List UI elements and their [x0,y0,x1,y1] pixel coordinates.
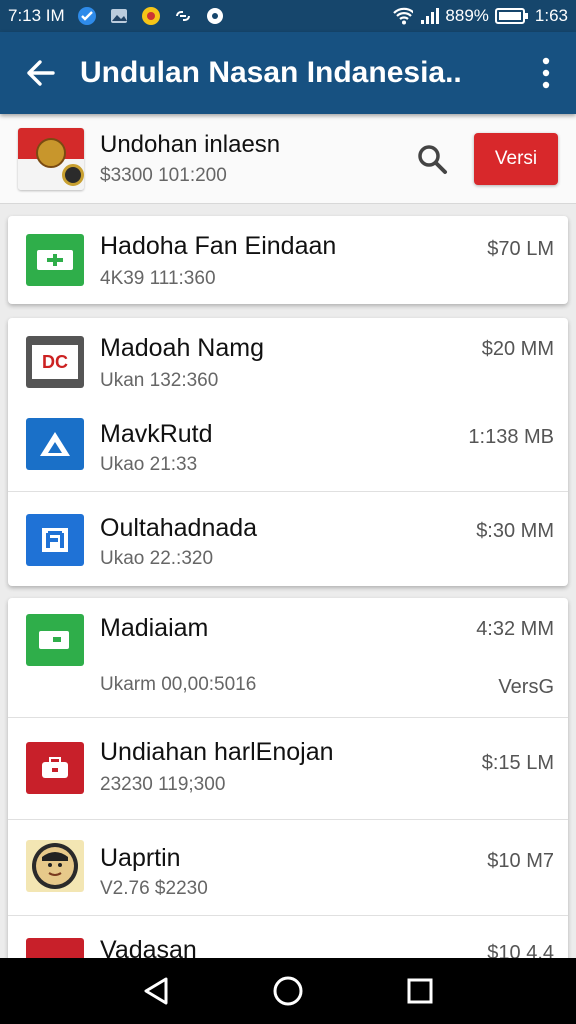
system-nav-bar [0,958,576,1024]
item-title: Uaprtin [100,844,181,872]
image-icon [109,6,129,26]
item-size: 1:138 MB [468,426,554,448]
item-subtitle: V2.76 $2230 [100,878,208,899]
link-icon [173,6,193,26]
battery-icon [494,6,529,26]
signal-icon [419,6,440,26]
item-version: VersG [498,676,554,698]
item-title: Oultahadnada [100,514,258,542]
header-row: Undohan inlaesn $3300 101:200 Versi [0,114,576,204]
list-item[interactable]: Madiaiam Ukarm 00,00:5016 4:32 MM VersG [8,598,568,718]
item-title: Madiaiam [100,614,209,642]
list-item[interactable]: Undiahan harlEnojan 23230 119;300 $:15 L… [8,718,568,820]
item-size: $70 LM [487,238,554,260]
status-clock: 1:63 [534,6,568,25]
nav-recents-button[interactable] [400,971,440,1011]
nav-home-button[interactable] [268,971,308,1011]
triangle-icon [26,418,84,470]
item-title: Madoah Namg [100,334,264,362]
nav-recents-icon [407,978,433,1004]
item-size: $:15 LM [481,752,554,774]
battery-percent: 889% [445,6,489,25]
item-size: $:30 MM [476,520,554,542]
app-title: Undulan Nasan Indanesia.. [80,56,462,89]
item-title: Hadoha Fan Eindaan [100,232,337,260]
list-item[interactable]: Uaprtin V2.76 $2230 $10 M7 [8,820,568,916]
item-size: 4:32 MM [476,618,554,640]
nav-back-icon [144,977,168,1005]
green-plus-icon [26,234,84,286]
app-card-1: Hadoha Fan Eindaan 4K39 111:360 $70 LM [8,216,568,304]
item-subtitle: Ukao 21:33 [100,454,198,475]
back-button[interactable] [0,32,80,114]
list-item[interactable]: Vadasan $10 4.4 [8,916,568,960]
arrow-back-icon [27,60,55,86]
dc-badge-icon: DC [26,336,84,388]
check-circle-icon [77,6,97,26]
list-item[interactable]: Oultahadnada Ukao 22.:320 $:30 MM [8,492,568,586]
item-subtitle: Ukao 22.:320 [100,548,214,569]
app-bar: Undulan Nasan Indanesia.. [0,32,576,114]
overflow-menu-button[interactable] [516,32,576,114]
indonesia-flag-icon [18,127,84,190]
item-title: Undiahan harlEnojan [100,738,334,766]
list-item[interactable]: Hadoha Fan Eindaan 4K39 111:360 $70 LM [8,216,568,304]
versi-button[interactable]: Versi [474,132,558,185]
red-app-icon [26,938,84,960]
search-icon [418,144,447,174]
header-title: Undohan inlaesn [100,130,281,158]
status-bar: 7:13 IM 889% 1:63 [0,0,576,32]
item-subtitle: Ukarm 00,00:5016 [100,674,257,695]
search-button[interactable] [412,139,452,179]
item-title: Vadasan [100,936,197,960]
item-size: $10 M7 [487,850,554,872]
header-subtitle: $3300 101:200 [100,164,227,186]
green-chat-icon [26,614,84,666]
nav-back-button[interactable] [136,971,176,1011]
wifi-icon [393,6,414,26]
item-subtitle: 23230 119;300 [100,774,226,795]
record-icon [205,6,225,26]
list-item[interactable]: MavkRutd Ukao 21:33 1:138 MB [8,406,568,492]
red-toolbox-icon [26,742,84,794]
nav-home-icon [273,976,303,1006]
item-subtitle: Ukan 132:360 [100,370,219,391]
item-size: $20 MM [481,338,554,360]
notification-badge-icon [141,6,161,26]
item-subtitle: 4K39 111:360 [100,268,216,289]
status-time: 7:13 IM [8,6,65,25]
list-item[interactable]: DC Madoah Namg Ukan 132:360 $20 MM [8,318,568,406]
more-vert-icon [542,57,550,89]
document-icon [26,514,84,566]
item-title: MavkRutd [100,420,213,448]
app-card-3: Madiaiam Ukarm 00,00:5016 4:32 MM VersG … [8,598,568,960]
app-card-2: DC Madoah Namg Ukan 132:360 $20 MM MavkR… [8,318,568,586]
avatar-icon [26,840,84,892]
